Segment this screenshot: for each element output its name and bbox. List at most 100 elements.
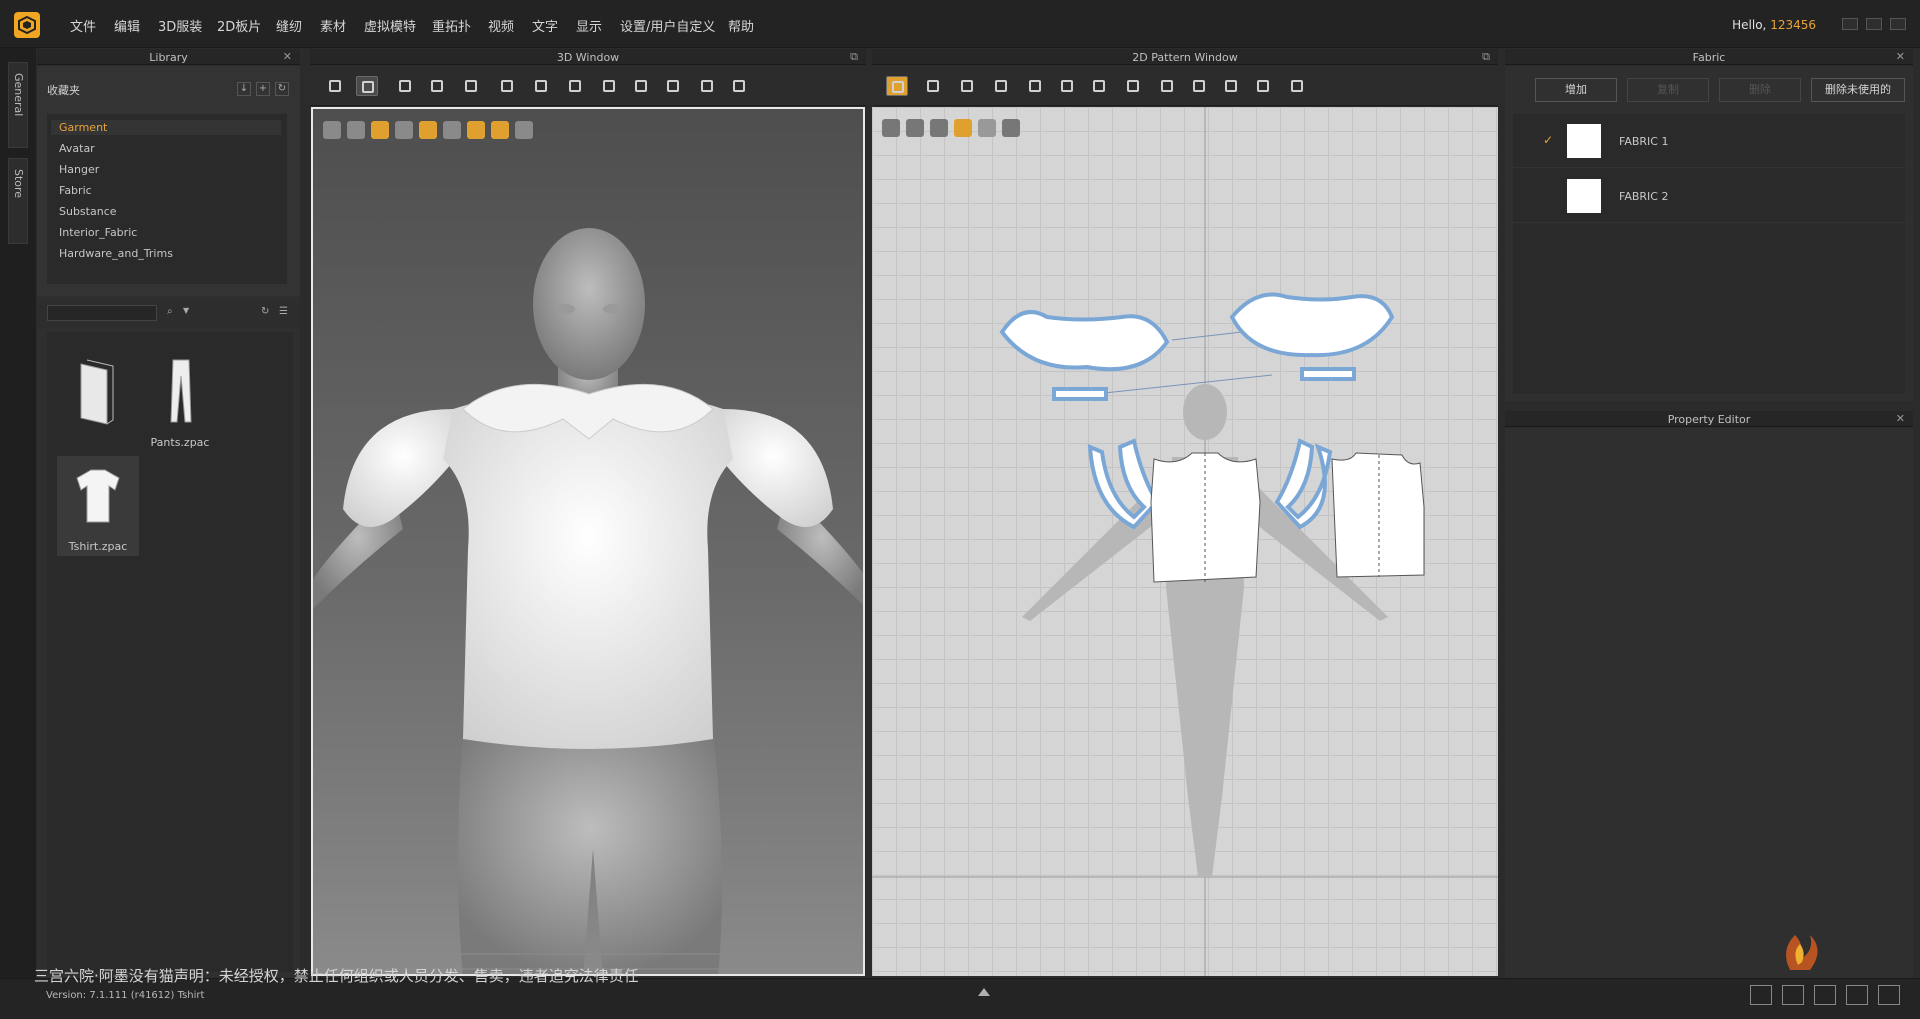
move-icon[interactable] — [356, 76, 378, 96]
float-icon[interactable]: ⧉ — [1482, 50, 1490, 64]
tree-item-substance[interactable]: Substance — [59, 205, 117, 218]
fabric-item[interactable]: ✓ FABRIC 1 — [1513, 114, 1905, 168]
tack-icon[interactable] — [564, 76, 586, 96]
viewport-3d[interactable] — [311, 107, 865, 976]
pattern-canvas — [872, 107, 1498, 976]
fabric-panel: 增加 复制 删除 删除未使用的 ✓ FABRIC 1 FABRIC 2 — [1505, 66, 1913, 401]
shirt-tool-icon[interactable] — [426, 76, 448, 96]
app-logo-icon[interactable] — [14, 12, 40, 38]
internal-shape-icon[interactable] — [1024, 76, 1046, 96]
measure-icon[interactable] — [662, 76, 684, 96]
record-icon[interactable] — [728, 76, 750, 96]
viewport-2d-pattern[interactable] — [872, 107, 1498, 976]
tree-item-garment[interactable]: Garment — [59, 121, 107, 134]
dart-icon[interactable] — [1056, 76, 1078, 96]
delete-unused-button[interactable]: 删除未使用的 — [1811, 78, 1905, 102]
tree-item-hardware-trims[interactable]: Hardware_and_Trims — [59, 247, 173, 260]
menu-file[interactable]: 文件 — [70, 16, 96, 35]
tree-item-avatar[interactable]: Avatar — [59, 142, 95, 155]
fabric-list: ✓ FABRIC 1 FABRIC 2 — [1513, 114, 1905, 394]
menu-text[interactable]: 文字 — [532, 16, 558, 35]
tree-item-hanger[interactable]: Hanger — [59, 163, 99, 176]
delete-fabric-button[interactable]: 删除 — [1719, 78, 1801, 102]
library-favorites: 收藏夹 ↓ + ↻ Garment Avatar Hanger Fabric S… — [37, 66, 300, 296]
menu-help[interactable]: 帮助 — [728, 16, 754, 35]
close-icon[interactable]: ✕ — [283, 50, 292, 63]
chevron-down-icon[interactable]: ▼ — [183, 306, 189, 315]
list-view-icon[interactable]: ☰ — [279, 306, 288, 317]
layout-split-icon[interactable] — [1782, 985, 1804, 1005]
library-tree: Garment Avatar Hanger Fabric Substance I… — [47, 114, 287, 284]
edit-curve-icon[interactable] — [394, 76, 416, 96]
refresh-icon[interactable]: ↻ — [261, 306, 269, 317]
arrangement-icon[interactable] — [496, 76, 518, 96]
menu-settings[interactable]: 设置/用户自定义 — [620, 16, 715, 35]
menu-avatar[interactable]: 虚拟模特 — [364, 16, 416, 35]
pin-icon[interactable] — [460, 76, 482, 96]
library-header: Library ✕ — [37, 49, 300, 65]
polygon-icon[interactable] — [956, 76, 978, 96]
file-tile-pants[interactable]: Pants.zpac — [139, 352, 221, 452]
select-icon[interactable] — [324, 76, 346, 96]
seam-icon[interactable] — [1156, 76, 1178, 96]
window2d-title: 2D Pattern Window — [1132, 51, 1238, 64]
menu-sewing[interactable]: 缝纫 — [276, 16, 302, 35]
layout-triple-icon[interactable] — [1814, 985, 1836, 1005]
menu-edit[interactable]: 编辑 — [114, 16, 140, 35]
menu-3d-garment[interactable]: 3D服装 — [158, 16, 202, 35]
rectangle-icon[interactable] — [990, 76, 1012, 96]
layout-quad-icon[interactable] — [1846, 985, 1868, 1005]
segment-sewing-icon[interactable] — [1188, 76, 1210, 96]
close-icon[interactable]: ✕ — [1896, 50, 1905, 63]
close-button[interactable] — [1890, 18, 1906, 30]
search-icon[interactable]: ⌕ — [167, 306, 173, 317]
library-search-bar: ⌕ ▼ ↻ ☰ — [37, 298, 300, 328]
add-icon[interactable]: + — [256, 82, 270, 96]
file-tile-tshirt[interactable]: Tshirt.zpac — [57, 456, 139, 556]
menu-2d-pattern[interactable]: 2D板片 — [217, 16, 261, 35]
menu-display[interactable]: 显示 — [576, 16, 602, 35]
free-sewing-icon[interactable] — [1220, 76, 1242, 96]
steam-icon[interactable] — [598, 76, 620, 96]
tshirt-icon — [76, 469, 120, 523]
fabric-item[interactable]: FABRIC 2 — [1513, 169, 1905, 223]
menu-materials[interactable]: 素材 — [320, 16, 346, 35]
fold-icon[interactable] — [530, 76, 552, 96]
fabric-name: FABRIC 1 — [1619, 135, 1669, 148]
property-editor-header: Property Editor ✕ — [1505, 411, 1913, 427]
tree-item-fabric[interactable]: Fabric — [59, 184, 92, 197]
user-greeting: Hello, 123456 — [1732, 18, 1816, 32]
tab-store[interactable]: Store — [8, 158, 28, 244]
library-search-input[interactable] — [47, 305, 157, 321]
tab-general-label: General — [12, 73, 25, 117]
float-icon[interactable]: ⧉ — [850, 50, 858, 64]
menu-video[interactable]: 视频 — [488, 16, 514, 35]
menu-retopology[interactable]: 重拓扑 — [432, 16, 471, 35]
window3d-title: 3D Window — [556, 51, 620, 64]
refresh-icon[interactable]: ↻ — [275, 82, 289, 96]
ruler-icon[interactable] — [696, 76, 718, 96]
shirt-icon[interactable] — [1286, 76, 1308, 96]
expand-up-icon[interactable] — [978, 988, 990, 996]
copy-fabric-button[interactable]: 复制 — [1627, 78, 1709, 102]
tape-icon[interactable] — [1252, 76, 1274, 96]
download-icon[interactable]: ↓ — [237, 82, 251, 96]
grid-icon[interactable] — [630, 76, 652, 96]
version-info: Version: 7.1.111 (r41612) Tshirt — [46, 990, 204, 1001]
fabric-swatch — [1567, 124, 1601, 158]
file-tile-folder[interactable] — [57, 352, 139, 452]
edit-pattern-icon[interactable] — [922, 76, 944, 96]
grid-icon[interactable] — [1088, 76, 1110, 96]
transform-pattern-icon[interactable] — [886, 76, 908, 96]
layout-single-icon[interactable] — [1750, 985, 1772, 1005]
username[interactable]: 123456 — [1770, 18, 1816, 32]
fold-line-icon[interactable] — [1122, 76, 1144, 96]
greeting-prefix: Hello, — [1732, 18, 1767, 32]
add-fabric-button[interactable]: 增加 — [1535, 78, 1617, 102]
restore-button[interactable] — [1866, 18, 1882, 30]
layout-custom-icon[interactable] — [1878, 985, 1900, 1005]
close-icon[interactable]: ✕ — [1896, 412, 1905, 425]
tree-item-interior-fabric[interactable]: Interior_Fabric — [59, 226, 137, 239]
minimize-button[interactable] — [1842, 18, 1858, 30]
tab-general[interactable]: General — [8, 62, 28, 148]
